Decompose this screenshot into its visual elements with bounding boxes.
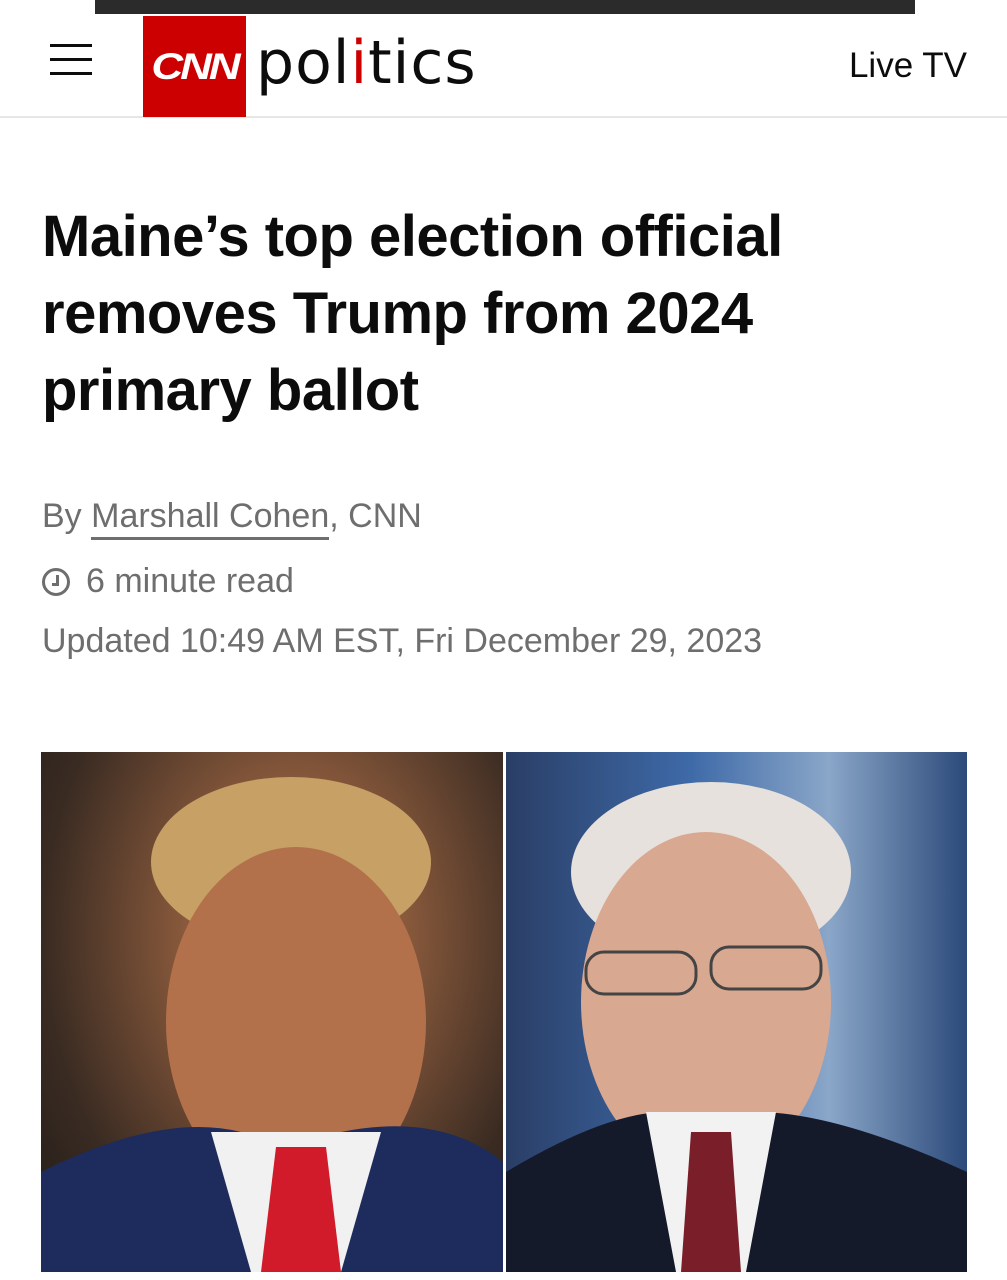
hamburger-menu-icon[interactable]: [48, 40, 94, 80]
live-tv-link[interactable]: Live TV: [849, 46, 967, 86]
site-header: CNN politics Live TV: [0, 14, 1007, 118]
article-image-right: [506, 752, 967, 1272]
read-time: 6 minute read: [42, 562, 294, 601]
section-name-part-1: pol: [256, 28, 351, 98]
portrait-right: [506, 782, 967, 1272]
cnn-logo-text: CNN: [151, 45, 240, 87]
byline-suffix: , CNN: [329, 497, 422, 535]
section-name-politics[interactable]: politics: [256, 28, 477, 98]
byline-prefix: By: [42, 497, 92, 535]
article-headline: Maine’s top election official removes Tr…: [42, 204, 783, 423]
author-link[interactable]: Marshall Cohen: [91, 497, 330, 540]
section-name-part-2: tics: [368, 28, 477, 98]
section-name-accent: i: [350, 28, 369, 98]
cnn-logo[interactable]: CNN: [143, 16, 246, 117]
top-browser-strip: [95, 0, 915, 14]
updated-timestamp: Updated 10:49 AM EST, Fri December 29, 2…: [42, 622, 763, 660]
article-image-left: [41, 752, 503, 1272]
clock-icon: [42, 567, 70, 596]
portrait-left: [41, 777, 503, 1272]
read-time-label: 6 minute read: [86, 562, 294, 600]
byline: By Marshall Cohen, CNN: [42, 497, 422, 540]
